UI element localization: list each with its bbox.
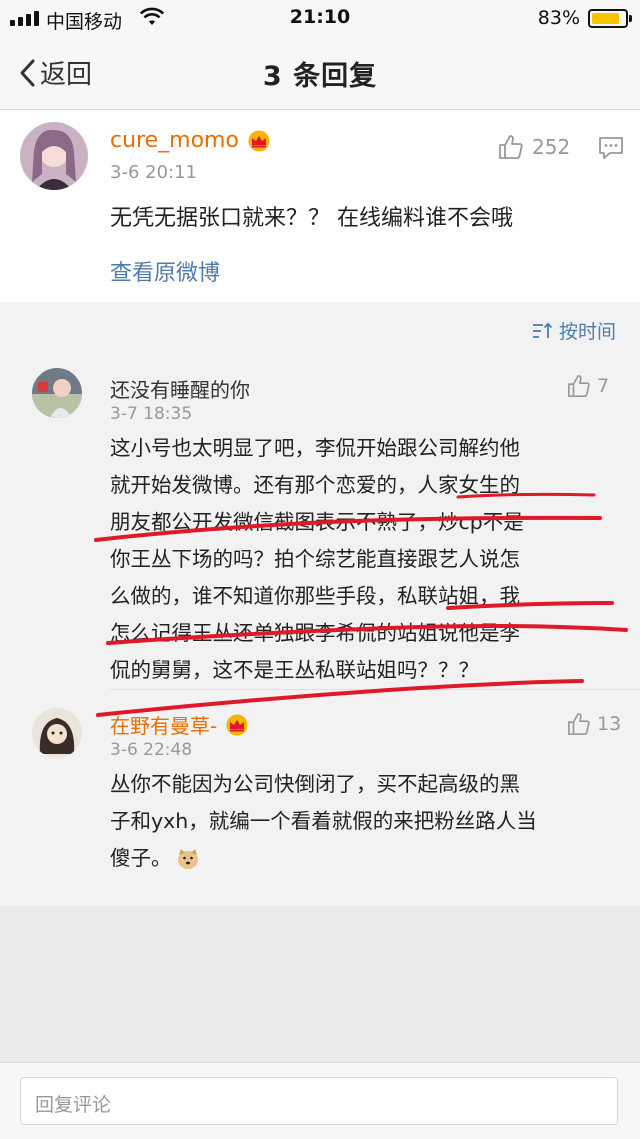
like-button[interactable]: 252 [498,134,570,160]
reply-text: 这小号也太明显了吧，李侃开始跟公司解约他 就开始发微博。还有那个恋爱的，人家女生… [110,430,600,689]
crown-badge-icon [226,714,248,735]
like-button[interactable]: 13 [567,712,621,736]
thumbs-up-icon [568,375,590,397]
reply-item: 在野有曼草- 3-6 22:48 13 丛你不能因为公司快倒闭了，买不起高级的黑… [0,690,640,906]
doge-emoji-icon [177,848,198,869]
thumbs-up-icon [568,713,590,735]
avatar[interactable] [32,368,82,418]
empty-area [0,906,640,1062]
battery-icon [588,9,632,28]
text-line: 么做的，谁不知道你那些手段，私联站姐，我 [110,584,520,608]
username[interactable]: 在野有曼草- [110,710,249,739]
status-bar: 中国移动 21:10 83% [0,0,640,36]
post-time: 3-6 20:11 [110,162,197,183]
text-line: 你王丛下场的吗？拍个综艺能直接跟艺人说怎 [110,547,520,571]
comment-icon[interactable] [598,136,624,160]
sort-label: 按时间 [558,321,616,343]
like-count: 7 [597,375,610,397]
avatar[interactable] [20,122,88,190]
thumbs-up-icon [499,135,523,159]
main-comment: cure_momo 3-6 20:11 252 无凭无据张口就来？？ 在线编料谁… [0,110,640,302]
like-button[interactable]: 7 [567,374,609,398]
page-title: 3 条回复 [262,61,378,92]
reply-comment-input[interactable]: 回复评论 [20,1077,618,1125]
reply-text: 丛你不能因为公司快倒闭了，买不起高级的黑 子和yxh，就编一个看着就假的来把粉丝… [110,766,600,877]
like-count: 13 [597,713,622,735]
text-line: 这小号也太明显了吧，李侃开始跟公司解约他 [110,436,520,460]
reply-bar: 回复评论 [0,1062,640,1139]
sort-bar: 按时间 [0,302,640,358]
avatar[interactable] [32,708,82,758]
text-line: 子和yxh，就编一个看着就假的来把粉丝路人当 [110,809,537,833]
text-line-with-emoji: 傻子。 [110,840,600,877]
username[interactable]: cure_momo [110,128,271,153]
battery-percent: 83% [537,7,580,29]
text-line: 朋友都公开发微信截图表示不熟了，炒cp不是 [110,510,524,534]
reply-time: 3-6 22:48 [110,740,193,760]
view-original-link[interactable]: 查看原微博 [110,255,220,287]
text-line: 就开始发微博。还有那个恋爱的，人家女生的 [110,473,520,497]
sort-icon [532,321,553,338]
username[interactable]: 还没有睡醒的你 [110,374,250,403]
comment-text: 无凭无据张口就来？？ 在线编料谁不会哦 [110,206,513,231]
crown-badge-icon [248,130,270,151]
nav-bar: 返回 3 条回复 [0,36,640,110]
like-count: 252 [532,135,571,159]
sort-by-time-button[interactable]: 按时间 [531,317,616,344]
text-line: 傻子。 [110,846,172,870]
reply-item: 还没有睡醒的你 3-7 18:35 7 这小号也太明显了吧，李侃开始跟公司解约他… [0,358,640,690]
text-line: 丛你不能因为公司快倒闭了，买不起高级的黑 [110,772,520,796]
text-line: 怎么记得王丛还单独跟李希侃的站姐说他是李 [110,621,520,645]
reply-time: 3-7 18:35 [110,404,193,424]
text-line: 侃的舅舅，这不是王丛私联站姐吗？？？ [110,658,479,682]
